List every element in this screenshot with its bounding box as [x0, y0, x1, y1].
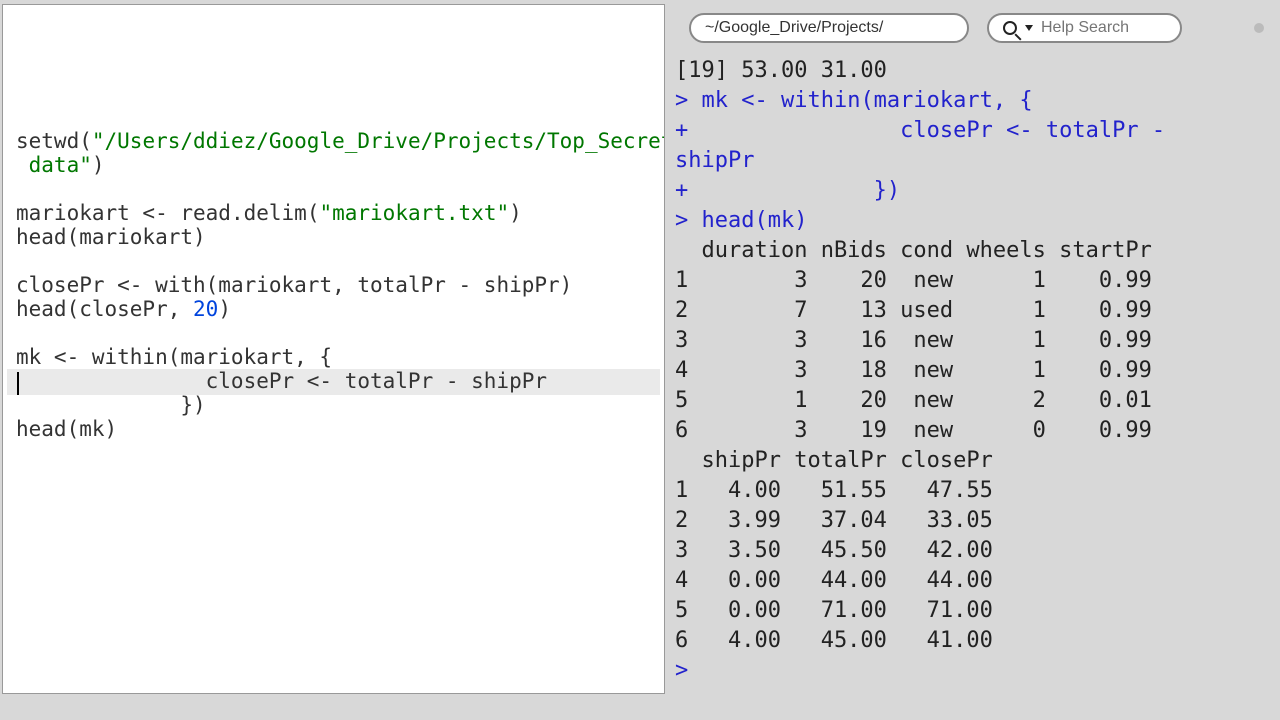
app-root: setwd("/Users/ddiez/Google_Drive/Project…	[0, 0, 1280, 720]
working-directory-selector[interactable]: ~/Google_Drive/Projects/	[689, 13, 969, 43]
r-console[interactable]: [19] 53.00 31.00> mk <- within(mariokart…	[667, 52, 1280, 720]
search-icon	[1003, 21, 1017, 35]
text-cursor	[17, 372, 19, 395]
editor-content: setwd("/Users/ddiez/Google_Drive/Project…	[16, 129, 654, 441]
status-indicator-icon	[1254, 23, 1264, 33]
working-directory-path: ~/Google_Drive/Projects/	[705, 19, 883, 37]
dropdown-icon	[1025, 25, 1033, 31]
help-search-input[interactable]	[1039, 18, 1159, 38]
toolbar: ~/Google_Drive/Projects/	[667, 0, 1280, 52]
source-editor[interactable]: setwd("/Users/ddiez/Google_Drive/Project…	[2, 4, 665, 694]
help-search-box[interactable]	[987, 13, 1182, 43]
right-zone: ~/Google_Drive/Projects/ [19] 53.00 31.0…	[667, 0, 1280, 720]
